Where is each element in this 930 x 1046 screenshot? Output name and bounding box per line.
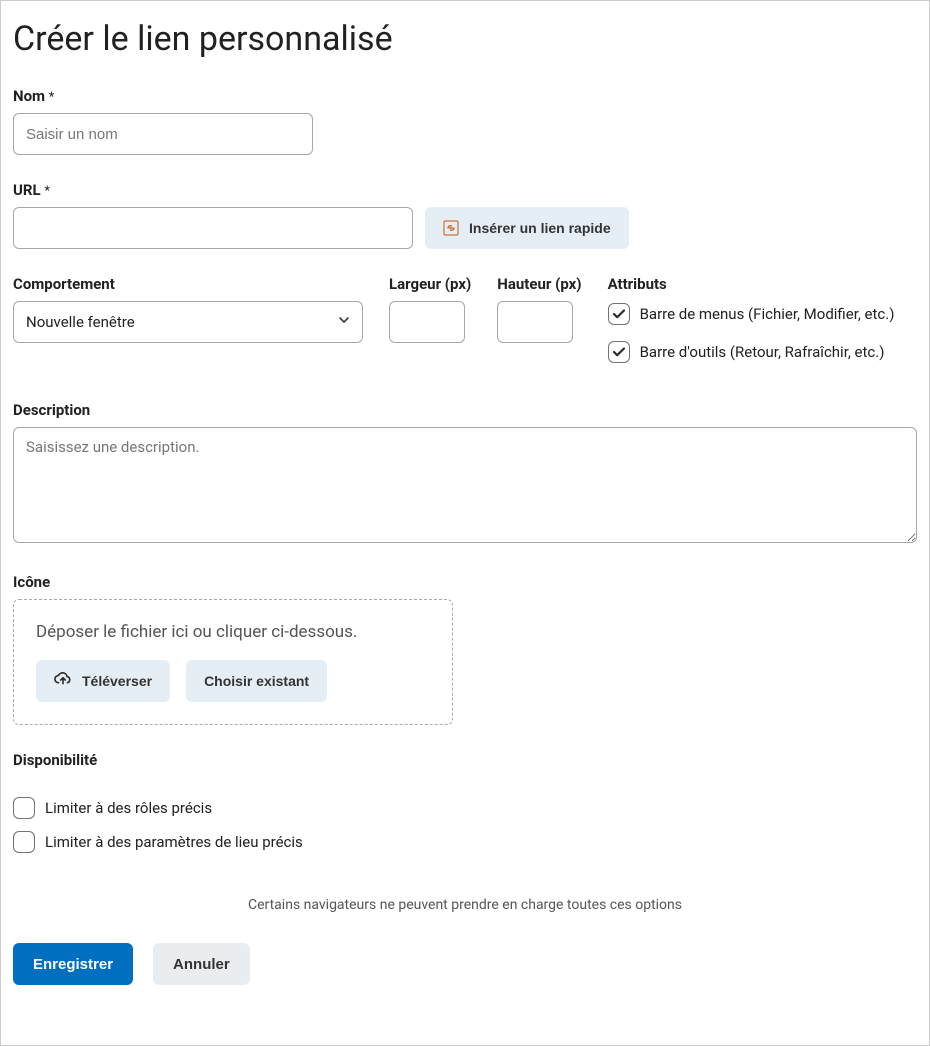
save-button-label: Enregistrer bbox=[33, 956, 113, 973]
limit-roles-checkbox[interactable] bbox=[13, 797, 35, 819]
url-input[interactable] bbox=[13, 207, 413, 249]
behavior-selected-value: Nouvelle fenêtre bbox=[26, 313, 135, 331]
name-label: Nom * bbox=[13, 87, 917, 105]
availability-label: Disponibilité bbox=[13, 751, 917, 769]
icon-label: Icône bbox=[13, 573, 917, 591]
url-required-mark: * bbox=[44, 184, 50, 199]
description-label: Description bbox=[13, 401, 917, 419]
attribute-toolbar-label[interactable]: Barre d'outils (Retour, Rafraîchir, etc.… bbox=[640, 343, 885, 361]
height-label: Hauteur (px) bbox=[497, 275, 581, 293]
attributes-label: Attributs bbox=[608, 275, 917, 293]
insert-quicklink-label: Insérer un lien rapide bbox=[469, 220, 611, 236]
description-textarea[interactable] bbox=[13, 427, 917, 543]
upload-button[interactable]: Téléverser bbox=[36, 660, 170, 702]
name-required-mark: * bbox=[49, 90, 55, 105]
name-label-text: Nom bbox=[13, 87, 45, 105]
icon-dropzone[interactable]: Déposer le fichier ici ou cliquer ci-des… bbox=[13, 599, 453, 725]
page-title: Créer le lien personnalisé bbox=[13, 19, 917, 59]
width-input[interactable] bbox=[389, 301, 465, 343]
quicklink-icon bbox=[443, 220, 459, 236]
upload-button-label: Téléverser bbox=[82, 673, 152, 689]
limit-locations-label[interactable]: Limiter à des paramètres de lieu précis bbox=[45, 833, 303, 851]
attribute-toolbar-checkbox[interactable] bbox=[608, 341, 630, 363]
limit-locations-checkbox[interactable] bbox=[13, 831, 35, 853]
attribute-menubar-label[interactable]: Barre de menus (Fichier, Modifier, etc.) bbox=[640, 305, 895, 323]
width-label: Largeur (px) bbox=[389, 275, 471, 293]
cancel-button[interactable]: Annuler bbox=[153, 943, 250, 985]
choose-existing-label: Choisir existant bbox=[204, 673, 309, 689]
url-label: URL * bbox=[13, 181, 917, 199]
behavior-select[interactable]: Nouvelle fenêtre bbox=[13, 301, 363, 343]
choose-existing-button[interactable]: Choisir existant bbox=[186, 660, 327, 702]
name-input[interactable] bbox=[13, 113, 313, 155]
limit-roles-label[interactable]: Limiter à des rôles précis bbox=[45, 799, 212, 817]
browser-support-note: Certains navigateurs ne peuvent prendre … bbox=[13, 897, 917, 913]
upload-icon bbox=[54, 671, 72, 692]
icon-dropzone-text: Déposer le fichier ici ou cliquer ci-des… bbox=[36, 622, 430, 642]
save-button[interactable]: Enregistrer bbox=[13, 943, 133, 985]
insert-quicklink-button[interactable]: Insérer un lien rapide bbox=[425, 207, 629, 249]
cancel-button-label: Annuler bbox=[173, 956, 230, 973]
attribute-menubar-checkbox[interactable] bbox=[608, 303, 630, 325]
behavior-label: Comportement bbox=[13, 275, 363, 293]
url-label-text: URL bbox=[13, 181, 41, 199]
height-input[interactable] bbox=[497, 301, 573, 343]
